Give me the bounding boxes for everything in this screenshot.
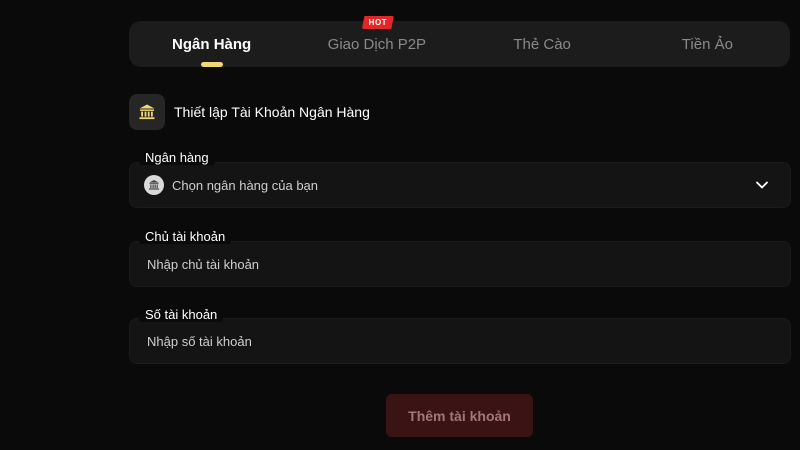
add-account-button[interactable]: Thêm tài khoản [386, 394, 533, 437]
bank-select[interactable]: Chọn ngân hàng của bạn [129, 162, 791, 208]
chevron-down-icon[interactable] [754, 177, 770, 193]
section-header: Thiết lập Tài Khoản Ngân Hàng [129, 94, 370, 130]
active-tab-indicator [200, 62, 223, 67]
tab-bank[interactable]: Ngân Hàng [129, 21, 294, 67]
tab-p2p[interactable]: HOT Giao Dịch P2P [294, 16, 459, 67]
tab-bank-label: Ngân Hàng [172, 35, 252, 53]
account-number-input-placeholder: Nhập số tài khoản [147, 333, 252, 349]
bank-account-page: Ngân Hàng HOT Giao Dịch P2P Thẻ Cào Tiền… [0, 0, 800, 450]
account-number-input[interactable]: Nhập số tài khoản [129, 318, 791, 364]
account-number-field-label: Số tài khoản [139, 307, 224, 322]
tab-crypto-label: Tiền Ảo [681, 35, 733, 53]
tab-scratch-card[interactable]: Thẻ Cào [460, 21, 625, 67]
bank-select-placeholder: Chọn ngân hàng của bạn [172, 177, 319, 193]
tab-crypto[interactable]: Tiền Ảo [625, 21, 790, 67]
tab-p2p-label: Giao Dịch P2P [327, 35, 427, 53]
owner-input-placeholder: Nhập chủ tài khoản [147, 256, 260, 272]
section-title: Thiết lập Tài Khoản Ngân Hàng [174, 104, 370, 120]
owner-field-label: Chủ tài khoản [139, 229, 232, 244]
bank-icon [129, 94, 165, 130]
tab-scratch-card-label: Thẻ Cào [513, 35, 571, 53]
owner-input[interactable]: Nhập chủ tài khoản [129, 241, 791, 287]
bank-field-label: Ngân hàng [139, 150, 215, 165]
hot-badge: HOT [361, 16, 394, 29]
bank-select-icon [144, 175, 164, 195]
payment-method-tabs: Ngân Hàng HOT Giao Dịch P2P Thẻ Cào Tiền… [129, 16, 790, 67]
